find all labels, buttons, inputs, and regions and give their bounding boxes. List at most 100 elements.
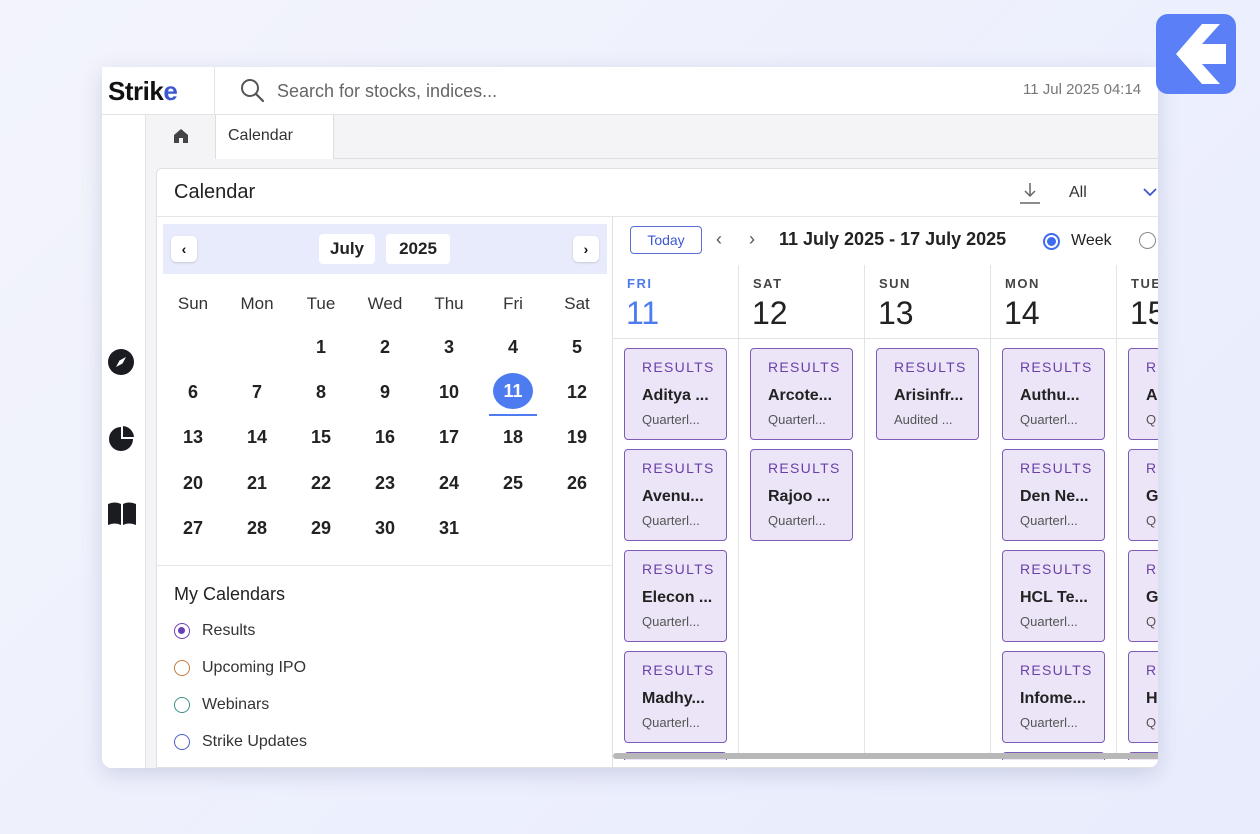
my-calendar-item[interactable]: Strike Updates <box>174 731 307 753</box>
event-card[interactable]: RHQ <box>1128 651 1158 743</box>
datetime-readout: 11 Jul 2025 04:14 <box>1023 81 1142 98</box>
event-card[interactable]: RGQ <box>1128 449 1158 541</box>
search-input[interactable] <box>277 79 877 103</box>
tab-home[interactable] <box>146 115 216 159</box>
event-card[interactable]: RESULTS Avenu... Quarterl... <box>624 449 727 541</box>
day-column: RESULTS Authu... Quarterl... RESULTS Den Ne.… <box>991 339 1117 760</box>
calendar-day[interactable]: 20 <box>163 473 223 494</box>
event-card[interactable]: RESULTS Den Ne... Quarterl... <box>1002 449 1105 541</box>
book-icon[interactable] <box>107 501 137 527</box>
calendar-day[interactable]: 21 <box>227 473 287 494</box>
calendar-day[interactable]: 6 <box>163 382 223 403</box>
event-subtitle: Q <box>1146 715 1157 730</box>
calendar-day[interactable]: 4 <box>483 337 543 358</box>
divider <box>157 565 613 566</box>
radio-unchecked-icon <box>174 734 190 750</box>
event-title: Aditya ... <box>642 387 709 404</box>
calendar-day[interactable]: 30 <box>355 518 415 539</box>
today-button[interactable]: Today <box>630 226 702 254</box>
event-card[interactable]: RESULTS Madhy... Quarterl... <box>624 651 727 743</box>
calendar-day[interactable]: 22 <box>291 473 351 494</box>
calendar-day[interactable]: 26 <box>547 473 607 494</box>
event-category: R <box>1146 359 1158 375</box>
calendar-day[interactable]: 12 <box>547 382 607 403</box>
event-title: Rajoo ... <box>768 488 831 505</box>
calendar-day[interactable]: 16 <box>355 427 415 448</box>
event-card[interactable]: RESULTS Arisinfr... Audited ... <box>876 348 979 440</box>
filter-select[interactable]: All <box>1069 184 1087 202</box>
pie-chart-icon[interactable] <box>107 425 135 453</box>
my-calendar-item[interactable]: Webinars <box>174 694 269 716</box>
calendar-day[interactable]: 28 <box>227 518 287 539</box>
compass-icon[interactable] <box>107 348 135 376</box>
calendar-day[interactable]: 23 <box>355 473 415 494</box>
my-calendar-item[interactable]: Results <box>174 620 255 642</box>
event-card[interactable]: RESULTS Infome... Quarterl... <box>1002 651 1105 743</box>
event-title: Avenu... <box>642 488 704 505</box>
event-card[interactable]: RESULTS HCL Te... Quarterl... <box>1002 550 1105 642</box>
week-range: 11 July 2025 - 17 July 2025 <box>779 229 1007 249</box>
logo-cell[interactable]: Strike <box>102 67 215 115</box>
view-option-week[interactable]: Week <box>1043 232 1112 250</box>
event-card[interactable]: RESULTS Authu... Quarterl... <box>1002 348 1105 440</box>
calendar-day[interactable]: 29 <box>291 518 351 539</box>
horizontal-scrollbar[interactable] <box>613 753 1158 759</box>
download-icon[interactable] <box>1018 181 1042 205</box>
calendar-day[interactable]: 15 <box>291 427 351 448</box>
next-month-button[interactable]: › <box>573 236 599 262</box>
day-number: 11 <box>626 295 660 331</box>
event-card[interactable]: RESULTS Arcote... Quarterl... <box>750 348 853 440</box>
prev-month-button[interactable]: ‹ <box>171 236 197 262</box>
event-card[interactable]: RESULTS Aditya ... Quarterl... <box>624 348 727 440</box>
calendar-day[interactable]: 9 <box>355 382 415 403</box>
calendar-day[interactable]: 7 <box>227 382 287 403</box>
day-column: RESULTS Aditya ... Quarterl... RESULTS Avenu… <box>613 339 739 760</box>
chevron-down-icon[interactable] <box>1142 186 1158 198</box>
day-number: 14 <box>1004 295 1040 331</box>
calendar-day[interactable]: 5 <box>547 337 607 358</box>
event-subtitle: Quarterl... <box>642 715 700 730</box>
calendar-day[interactable]: 14 <box>227 427 287 448</box>
top-bar: Strike 11 Jul 2025 04:14 <box>102 67 1158 115</box>
event-subtitle: Quarterl... <box>1020 715 1078 730</box>
event-card[interactable]: RGQ <box>1128 550 1158 642</box>
calendar-day[interactable]: 17 <box>419 427 479 448</box>
calendar-day[interactable]: 8 <box>291 382 351 403</box>
view-option-other[interactable] <box>1139 232 1156 249</box>
calendar-day[interactable]: 19 <box>547 427 607 448</box>
view-option-label: Week <box>1071 232 1112 249</box>
home-icon <box>174 129 188 143</box>
event-subtitle: Q <box>1146 513 1157 528</box>
event-card[interactable]: RESULTS Elecon ... Quarterl... <box>624 550 727 642</box>
year-select[interactable]: 2025 <box>386 234 450 264</box>
calendar-day[interactable]: 2 <box>355 337 415 358</box>
calendar-day[interactable]: 31 <box>419 518 479 539</box>
calendar-day[interactable]: 25 <box>483 473 543 494</box>
event-subtitle: Quarterl... <box>1020 614 1078 629</box>
strike-logo: Strike <box>108 76 178 106</box>
event-title: Madhy... <box>642 690 705 707</box>
mini-calendar-header: ‹ July 2025 › <box>163 224 607 274</box>
calendar-day[interactable]: 18 <box>483 427 543 448</box>
next-week-button[interactable]: › <box>749 229 755 250</box>
event-subtitle: Audited ... <box>894 412 953 427</box>
day-column-header: SAT 12 <box>739 265 865 339</box>
event-title: Elecon ... <box>642 589 713 606</box>
calendar-day[interactable]: 13 <box>163 427 223 448</box>
day-column: RAQ RGQ RGQ RHQ <box>1117 339 1158 760</box>
tab-calendar[interactable]: Calendar <box>216 115 334 160</box>
calendar-day[interactable]: 27 <box>163 518 223 539</box>
calendar-day[interactable]: 24 <box>419 473 479 494</box>
selected-day[interactable]: 11 <box>493 373 533 409</box>
calendar-day[interactable]: 10 <box>419 382 479 403</box>
month-select[interactable]: July <box>319 234 375 264</box>
my-calendar-item[interactable]: Upcoming IPO <box>174 657 306 679</box>
event-subtitle: Quarterl... <box>768 513 826 528</box>
calendar-day[interactable]: 3 <box>419 337 479 358</box>
calendar-day[interactable]: 1 <box>291 337 351 358</box>
prev-week-button[interactable]: ‹ <box>716 229 722 250</box>
weekday-header: Sun <box>177 294 209 313</box>
event-card[interactable]: RAQ <box>1128 348 1158 440</box>
weekday-header: Thu <box>434 294 464 313</box>
event-card[interactable]: RESULTS Rajoo ... Quarterl... <box>750 449 853 541</box>
